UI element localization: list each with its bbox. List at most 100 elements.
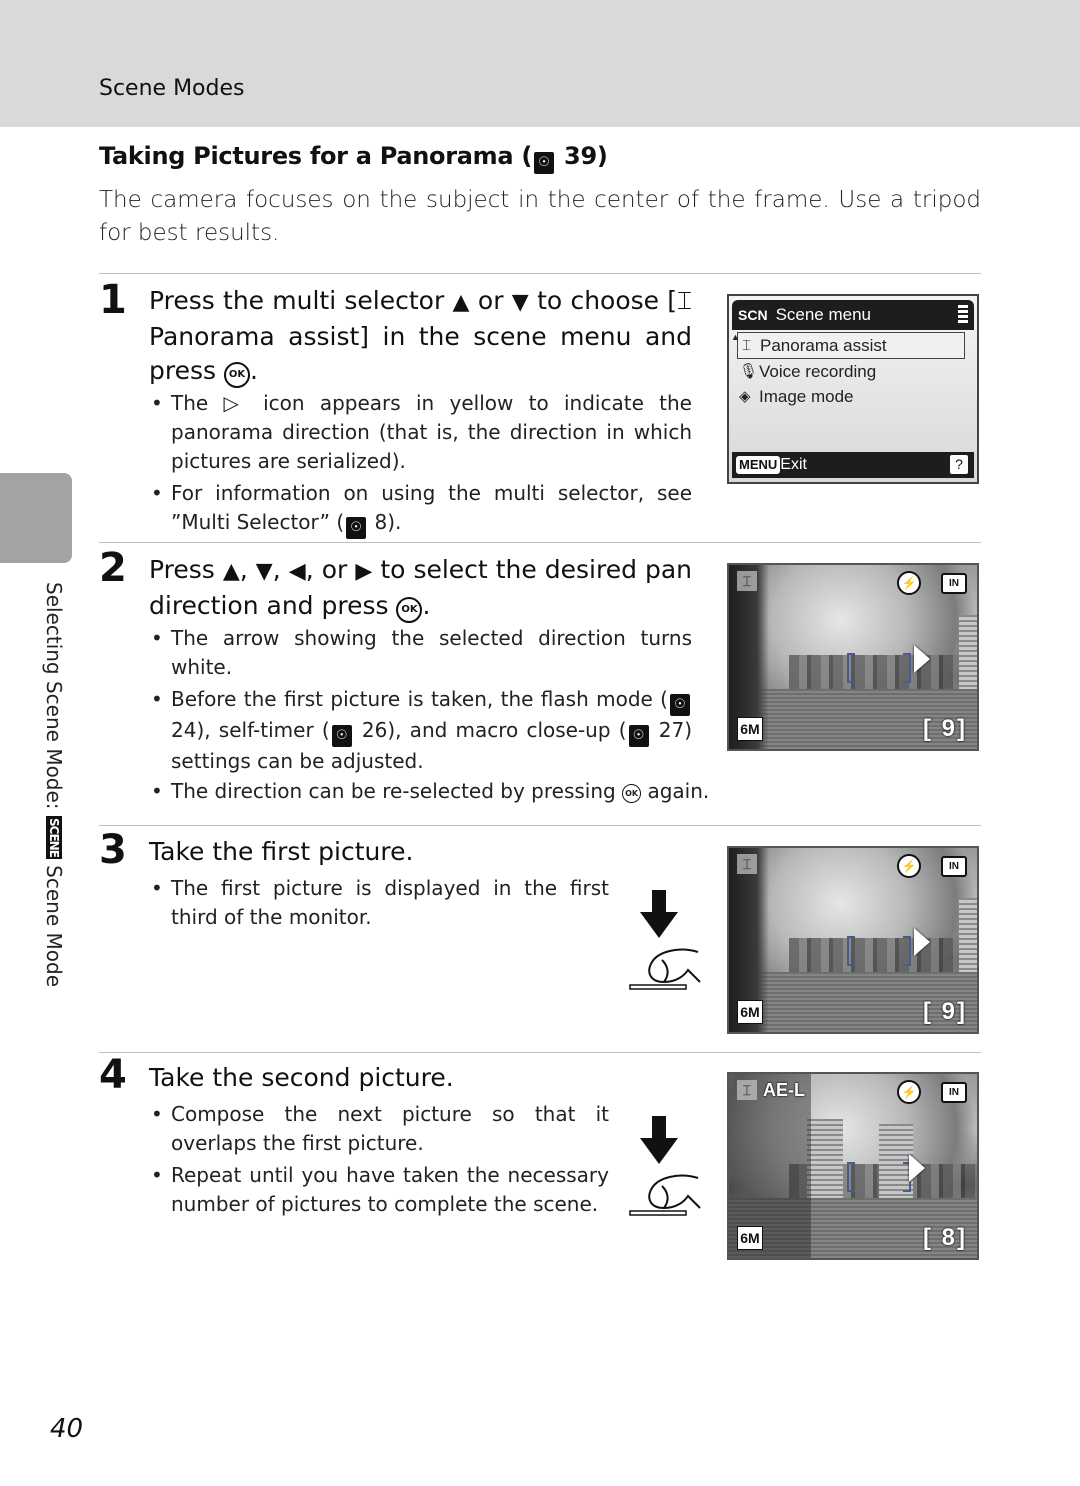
title-ref-page: 39	[564, 142, 597, 170]
bullet-item: The direction can be re-selected by pres…	[149, 777, 729, 806]
chapter-label-text: Selecting Scene Mode:	[42, 582, 66, 810]
menu-item-panorama-assist[interactable]: ▲ ⌶ Panorama assist	[731, 332, 965, 359]
page-reference-icon: ☉	[346, 517, 367, 539]
menu-item-image-mode[interactable]: ◈ Image mode	[729, 384, 977, 409]
flash-off-icon: ⚡	[897, 571, 921, 595]
chapter-label-suffix: Scene Mode	[42, 865, 66, 987]
right-arrow-icon: ▶	[355, 559, 373, 584]
ref-page: 8	[374, 510, 388, 534]
text: ).	[387, 510, 402, 534]
image-size-icon: 6M	[737, 1000, 763, 1024]
header-band	[0, 0, 1080, 127]
menu-item-voice-recording[interactable]: 🎙 Voice recording	[729, 359, 977, 384]
ref-page: 26	[361, 718, 388, 742]
focus-bracket-icon	[903, 653, 911, 683]
pan-direction-arrow-icon	[909, 1154, 925, 1182]
menu-header: SCN Scene menu	[732, 300, 974, 330]
monitor-screen-second-picture: ⌶ AE-L ⚡ IN 6M [ 8]	[727, 1072, 979, 1260]
page-reference-icon: ☉	[628, 725, 649, 747]
bullet-item: Repeat until you have taken the necessar…	[149, 1161, 609, 1219]
text: ,	[272, 555, 289, 584]
monitor-screen-pan-direction: ⌶ ⚡ IN 6M [ 9]	[727, 563, 979, 751]
flash-off-icon: ⚡	[897, 854, 921, 878]
focus-bracket-icon	[847, 1162, 855, 1192]
scene-mode-icon: SCENE	[46, 815, 62, 859]
menu-item-label: Panorama assist	[760, 336, 887, 355]
text: For information on using the multi selec…	[171, 481, 692, 534]
page-reference-icon: ☉	[533, 152, 554, 174]
text: ), self-timer (	[196, 718, 330, 742]
chapter-tab	[0, 473, 72, 563]
scrollbar-icon	[958, 305, 968, 325]
menu-title: Scene menu	[775, 305, 872, 324]
ok-button-icon: OK	[396, 597, 423, 623]
internal-memory-icon: IN	[941, 1082, 967, 1103]
up-arrow-icon: ▲	[452, 290, 470, 315]
pan-direction-arrow-icon	[914, 645, 930, 673]
focus-bracket-icon	[847, 936, 855, 966]
intro-paragraph: The camera focuses on the subject in the…	[99, 187, 981, 246]
text: Before the first picture is taken, the f…	[171, 687, 668, 711]
title-close: )	[596, 142, 608, 170]
image-size-icon: 6M	[737, 717, 763, 741]
scene-menu-screen: SCN Scene menu ▲ ⌶ Panorama assist 🎙 Voic…	[727, 294, 979, 484]
divider	[99, 1052, 981, 1053]
image-size-icon: 6M	[737, 1226, 763, 1250]
step-1-title: Press the multi selector ▲ or ▼ to choos…	[149, 284, 692, 388]
divider	[99, 273, 981, 274]
focus-bracket-icon	[903, 936, 911, 966]
image-mode-icon: ◈	[739, 388, 751, 405]
text: or	[469, 286, 512, 315]
monitor-screen-first-picture: ⌶ ⚡ IN 6M [ 9]	[727, 846, 979, 1034]
text: , or	[305, 555, 356, 584]
step-4-bullets: Compose the next picture so that it over…	[149, 1100, 609, 1222]
bullet-item: Compose the next picture so that it over…	[149, 1100, 609, 1158]
bullet-item: Before the first picture is taken, the f…	[149, 685, 692, 776]
text: The direction can be re-selected by pres…	[171, 779, 623, 803]
text: .	[249, 356, 258, 385]
page-reference-icon: ☉	[331, 725, 352, 747]
menu-item-label: Voice recording	[759, 362, 877, 381]
shutter-press-icon	[629, 1116, 701, 1216]
frames-remaining: [ 8]	[923, 1224, 967, 1251]
chapter-label: Selecting Scene Mode: SCENE Scene Mode	[42, 582, 66, 987]
scn-mode-icon: SCN	[738, 307, 768, 323]
panorama-icon: ⌶	[737, 854, 757, 874]
section-header: Scene Modes	[99, 76, 245, 101]
text: ,	[239, 555, 256, 584]
panorama-icon: ⌶	[742, 337, 752, 354]
photo-building	[959, 898, 977, 978]
step-4-title: Take the second picture.	[149, 1063, 454, 1092]
shutter-press-icon	[629, 890, 701, 990]
ok-button-icon: OK	[223, 362, 250, 388]
step-2-bullets: The arrow showing the selected direction…	[149, 624, 692, 779]
down-arrow-icon: ▼	[255, 559, 273, 584]
bullet-item: The first picture is displayed in the fi…	[149, 874, 609, 932]
text: .	[422, 591, 431, 620]
page-title: Taking Pictures for a Panorama (☉ 39)	[99, 142, 608, 174]
microphone-icon: 🎙	[739, 363, 759, 380]
text: ), and macro close-up (	[387, 718, 627, 742]
up-arrow-icon: ▲	[222, 559, 240, 584]
flash-off-icon: ⚡	[897, 1080, 921, 1104]
ref-page: 24	[171, 718, 197, 742]
panorama-icon: ⌶	[677, 286, 693, 315]
pan-direction-arrow-icon	[914, 928, 930, 956]
scroll-up-icon: ▲	[731, 332, 740, 342]
ref-page: 27	[658, 718, 685, 742]
text: again.	[641, 779, 710, 803]
frames-remaining: [ 9]	[923, 715, 967, 742]
title-text: Taking Pictures for a Panorama (	[99, 142, 532, 170]
step-2-title: Press ▲, ▼, ◀, or ▶ to select the desire…	[149, 553, 692, 623]
internal-memory-icon: IN	[941, 856, 967, 877]
exit-label: Exit	[780, 456, 807, 473]
divider	[99, 825, 981, 826]
photo-building	[959, 615, 977, 695]
bullet-item: For information on using the multi selec…	[149, 479, 692, 539]
step-1-bullets: The ▷ icon appears in yellow to indicate…	[149, 389, 692, 542]
step-2-bullets-extra: The direction can be re-selected by pres…	[149, 777, 729, 809]
bullet-item: The ▷ icon appears in yellow to indicate…	[149, 389, 692, 476]
page-reference-icon: ☉	[670, 694, 690, 716]
text: to choose [	[528, 286, 678, 315]
text: Press the multi selector	[149, 286, 453, 315]
